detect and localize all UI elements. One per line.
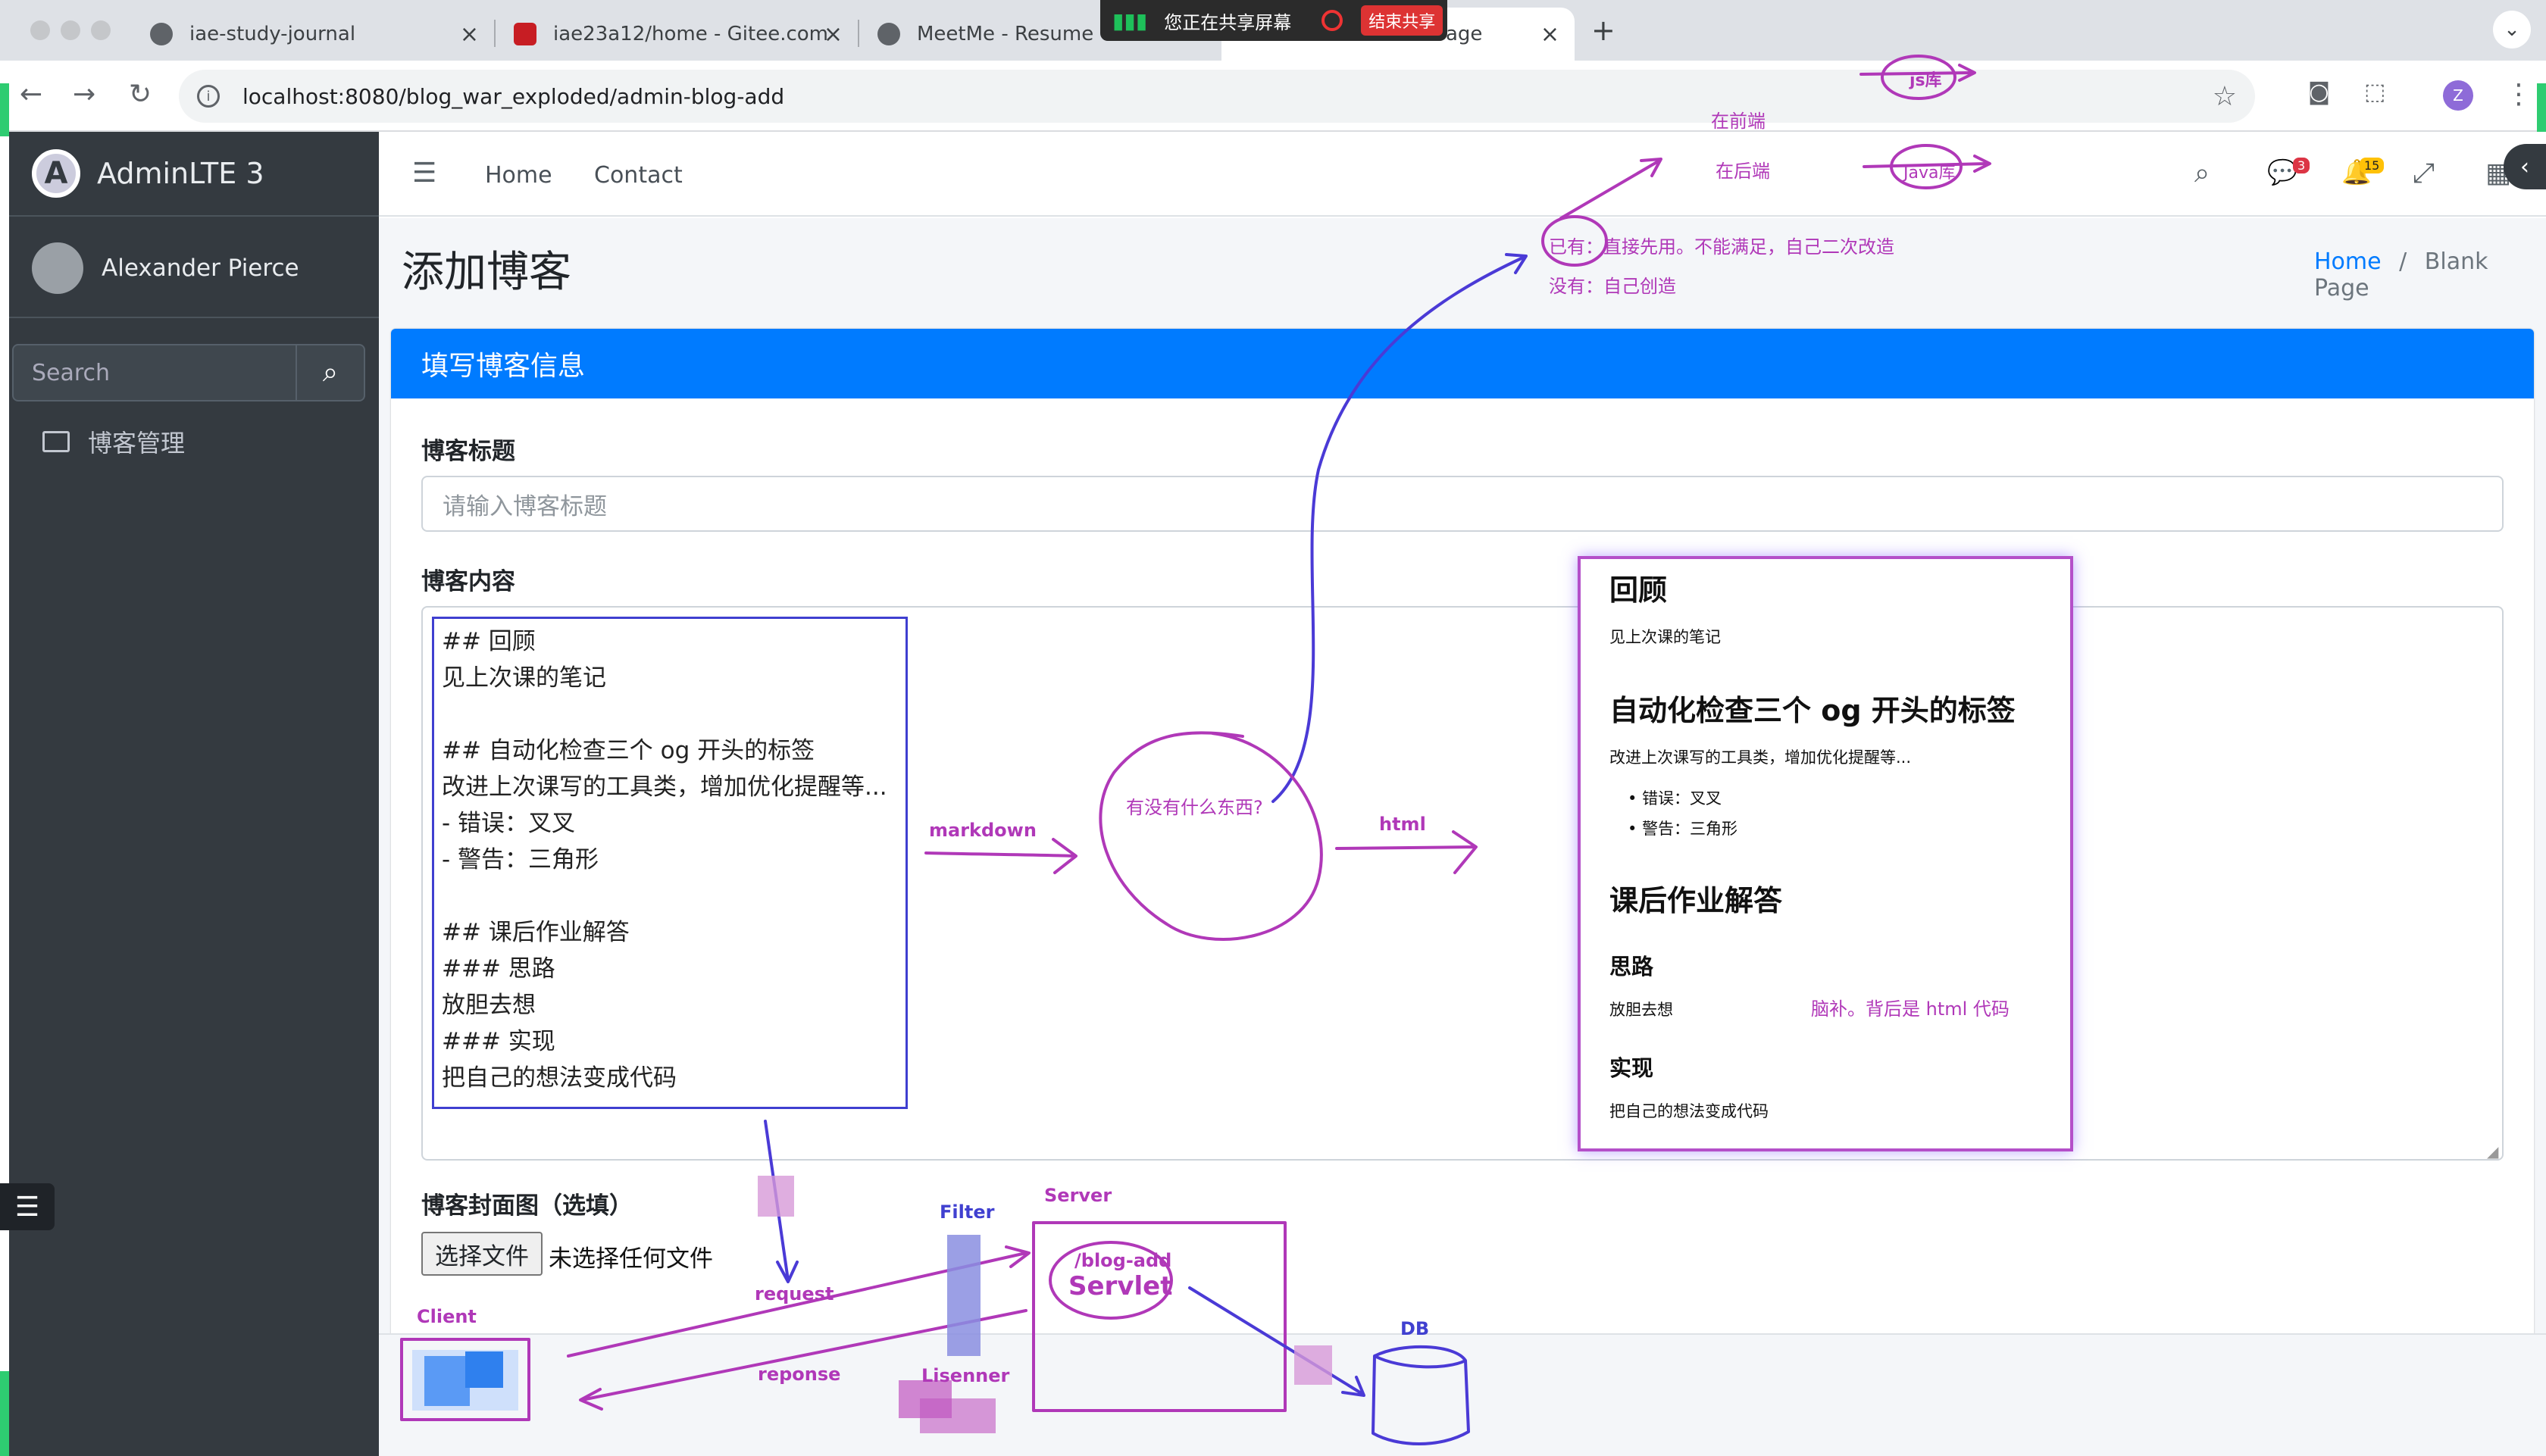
client-icon bbox=[465, 1351, 503, 1388]
annotation-markdown: markdown bbox=[929, 820, 1037, 841]
annotation-javalib: Java库 bbox=[1903, 164, 1956, 183]
annotation-request: request bbox=[755, 1283, 834, 1304]
highlight-block bbox=[1294, 1345, 1332, 1385]
annotation-servlet: Servlet bbox=[1068, 1271, 1173, 1301]
question-curve bbox=[1271, 253, 1528, 803]
client-icon bbox=[424, 1356, 470, 1406]
highlight-block bbox=[758, 1176, 794, 1217]
annotation-server: Server bbox=[1044, 1185, 1112, 1206]
html-arrow bbox=[1335, 830, 1478, 874]
annotation-missing: 没有：自己创造 bbox=[1549, 276, 1676, 297]
annotation-jslib: js库 bbox=[1910, 71, 1942, 90]
annotation-db: DB bbox=[1400, 1318, 1430, 1339]
highlight-block bbox=[920, 1398, 996, 1433]
annotation-reponse: reponse bbox=[758, 1364, 841, 1385]
annotation-client: Client bbox=[417, 1306, 477, 1327]
filter-bar bbox=[947, 1235, 981, 1356]
annotation-backend: 在后端 bbox=[1716, 161, 1770, 182]
annotation-brain-fill: 脑补。背后是 html 代码 bbox=[1811, 998, 2010, 1020]
annotation-listener: Lisenner bbox=[921, 1365, 1010, 1386]
markdown-arrow bbox=[924, 838, 1078, 874]
db-cylinder bbox=[1372, 1345, 1470, 1445]
annotation-blog-add: /blog-add bbox=[1074, 1250, 1172, 1271]
question-circle bbox=[1099, 731, 1323, 941]
annotation-existing: 已有：直接先用。不能满足，自己二次改造 bbox=[1549, 236, 1894, 258]
annotation-question: 有没有什么东西? bbox=[1126, 797, 1263, 818]
db-arrow bbox=[1188, 1286, 1365, 1397]
annotation-drawing-layer bbox=[400, 55, 1991, 1445]
annotation-filter: Filter bbox=[940, 1201, 995, 1223]
existing-arrow bbox=[1559, 158, 1662, 220]
annotation-html: html bbox=[1379, 814, 1426, 835]
annotation-frontend: 在前端 bbox=[1711, 111, 1766, 132]
